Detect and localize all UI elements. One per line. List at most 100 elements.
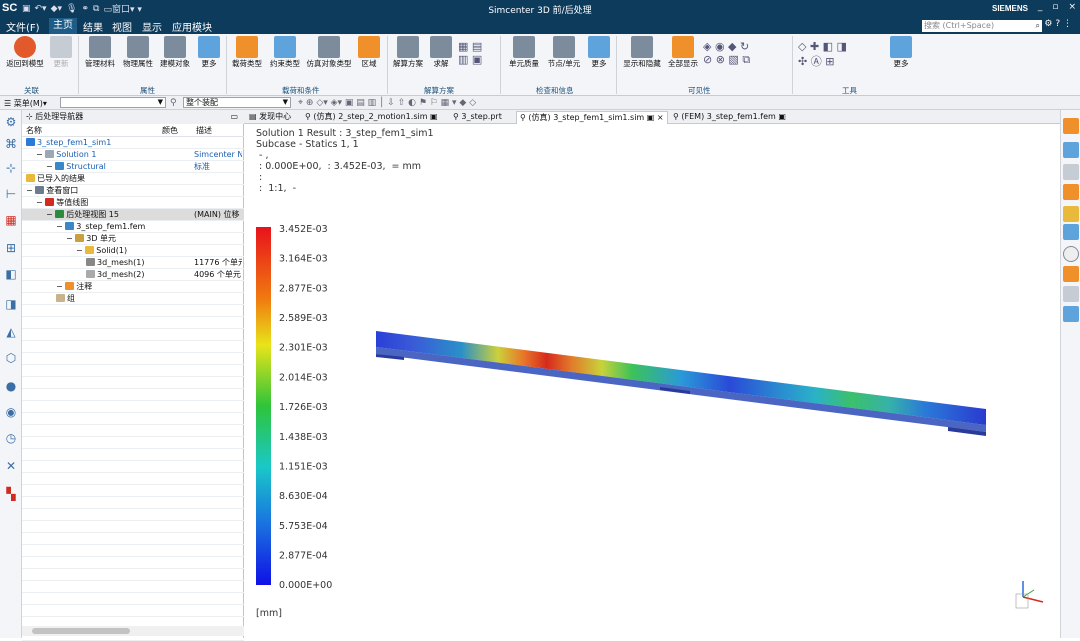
sim-navigator-icon[interactable]: ⌘ xyxy=(3,136,19,152)
palette-icon[interactable]: ▚ xyxy=(3,486,19,502)
layers-icon[interactable]: ◭ xyxy=(3,324,19,340)
tree-row[interactable]: − Solution 1 Simcenter N xyxy=(22,149,244,161)
tree-row[interactable]: − 注释 xyxy=(22,281,244,293)
grid-icon xyxy=(198,36,220,58)
graphics-viewport[interactable]: Solution 1 Result : 3_step_fem1_sim1 Sub… xyxy=(244,124,1060,638)
settings-icon[interactable]: ⚙ xyxy=(3,114,19,130)
tab-fem[interactable]: ⚲ (FEM) 3_step_fem1.fem ▣ xyxy=(670,111,789,124)
update-button[interactable]: 更新 xyxy=(48,36,74,68)
tree-row[interactable]: 3d_mesh(2) 4096 个单元 xyxy=(22,269,244,281)
expand-toggle-icon[interactable]: − xyxy=(26,186,35,195)
part-navigator-icon[interactable]: ⊢ xyxy=(3,186,19,202)
expand-toggle-icon[interactable]: − xyxy=(46,162,55,171)
solution-button[interactable]: 解算方案 xyxy=(390,36,426,68)
visibility-small-icons[interactable]: ◈ ◉ ◆ ↻ ⊘ ⊗ ▧ ⧉ xyxy=(703,40,750,67)
load-icon[interactable] xyxy=(1063,266,1079,282)
tab-step-prt[interactable]: ⚲ 3_step.prt xyxy=(450,111,505,124)
close-tab-icon[interactable]: × xyxy=(657,113,664,122)
region-button[interactable]: 区域 xyxy=(356,36,382,68)
roles-icon[interactable]: ● xyxy=(3,378,19,394)
history-icon[interactable]: ◨ xyxy=(3,296,19,312)
solve-button[interactable]: 求解 xyxy=(428,36,454,68)
close-button[interactable]: × xyxy=(1068,2,1076,12)
more-properties-button[interactable]: 更多 xyxy=(196,36,222,68)
view-icon[interactable] xyxy=(1063,118,1079,134)
physical-properties-button[interactable]: 物理属性 xyxy=(120,36,156,68)
expand-toggle-icon[interactable]: − xyxy=(56,282,65,291)
cube-icon[interactable]: ◧ xyxy=(3,266,19,282)
render-icon[interactable] xyxy=(1063,184,1079,200)
expand-toggle-icon[interactable]: − xyxy=(46,210,55,219)
help-icons[interactable]: ⚙ ? ⋮ xyxy=(1044,19,1072,29)
display-icon[interactable] xyxy=(1063,142,1079,158)
tree-row[interactable]: 组 xyxy=(22,293,244,305)
post-navigator-icon[interactable]: ⊹ xyxy=(3,160,19,176)
column-name[interactable]: 名称 xyxy=(26,125,42,137)
manage-materials-button[interactable]: 管理材料 xyxy=(82,36,118,68)
expand-toggle-icon[interactable]: − xyxy=(36,150,45,159)
minimize-button[interactable]: _ xyxy=(1038,2,1043,12)
show-all-button[interactable]: 全部显示 xyxy=(665,36,701,68)
orient-icon[interactable] xyxy=(1063,224,1079,240)
expand-toggle-icon[interactable]: − xyxy=(76,246,85,255)
tree-row[interactable]: 3d_mesh(1) 11776 个单元 xyxy=(22,257,244,269)
constraint-type-button[interactable]: 约束类型 xyxy=(267,36,303,68)
section-icon[interactable] xyxy=(1063,206,1079,222)
tab-active-sim[interactable]: ⚲ (仿真) 3_step_fem1_sim1.sim ▣ × xyxy=(516,111,668,124)
column-description[interactable]: 描述 xyxy=(196,125,212,137)
tree-row[interactable]: − 等值线图 xyxy=(22,197,244,209)
graph-icon[interactable] xyxy=(1063,306,1079,322)
horizontal-scrollbar[interactable] xyxy=(22,626,244,636)
tools-small-icons[interactable]: ◇ ✚ ◧ ◨ ✣ Ⓐ ⊞ xyxy=(798,40,847,69)
tree-row[interactable]: − Structural 标准 xyxy=(22,161,244,173)
menu-display[interactable]: 显示 xyxy=(142,19,162,34)
restore-button[interactable]: ▫ xyxy=(1052,2,1058,12)
expand-toggle-icon[interactable]: − xyxy=(66,234,75,243)
show-hide-button[interactable]: 显示和隐藏 xyxy=(620,36,664,68)
type-filter-select[interactable]: ▼ xyxy=(60,97,166,108)
menu-view[interactable]: 视图 xyxy=(112,19,132,34)
tree-row[interactable]: − 3D 单元 xyxy=(22,233,244,245)
return-to-model-button[interactable]: 返回到模型 xyxy=(4,36,46,68)
tab-motion-sim[interactable]: ⚲ (仿真) 2_step_2_motion1.sim ▣ xyxy=(302,111,441,124)
tree-row[interactable]: 已导入的结果 xyxy=(22,173,244,185)
tab-discovery-center[interactable]: ▤ 发现中心 xyxy=(246,111,294,124)
expand-toggle-icon[interactable]: − xyxy=(36,198,45,207)
pin-icon[interactable]: ▭ xyxy=(230,110,238,124)
load-type-button[interactable]: 载荷类型 xyxy=(229,36,265,68)
tree-row[interactable]: 3_step_fem1_sim1 xyxy=(22,137,244,149)
tree-row[interactable]: − 3_step_fem1.fem xyxy=(22,221,244,233)
selection-tools-icons[interactable]: ⌖ ⊕ ◇▾ ◈▾ ▣ ▤ ▥ │ ⇩ ⇧ ◐ ⚑ ⚐ ▦ ▾ ◆ ◇ xyxy=(298,98,476,108)
probe-icon[interactable] xyxy=(1063,286,1079,302)
tools-icon[interactable]: ✕ xyxy=(3,458,19,474)
sim-object-type-button[interactable]: 仿真对象类型 xyxy=(304,36,354,68)
layout-icon[interactable] xyxy=(1063,164,1079,180)
menu-file[interactable]: 文件(F) xyxy=(6,19,40,34)
filter-icon[interactable]: ⚲ xyxy=(170,98,177,108)
menu-button[interactable]: ☰ 菜单(M)▾ xyxy=(4,98,47,109)
help-icon[interactable] xyxy=(1063,246,1079,262)
element-quality-button[interactable]: 单元质量 xyxy=(505,36,543,68)
scroll-thumb[interactable] xyxy=(32,628,130,634)
assembly-icon[interactable]: ▦ xyxy=(3,212,19,228)
web-browser-icon[interactable]: ◉ xyxy=(3,404,19,420)
menu-home[interactable]: 主页 xyxy=(49,18,77,34)
node-element-button[interactable]: 节点/单元 xyxy=(545,36,583,68)
modeling-objects-button[interactable]: 建模对象 xyxy=(157,36,193,68)
menu-app-modules[interactable]: 应用模块 xyxy=(172,19,212,34)
tree-row[interactable]: − 后处理视图 15 (MAIN) 位移 xyxy=(22,209,244,221)
expand-toggle-icon[interactable]: − xyxy=(56,222,65,231)
package-icon[interactable]: ⬡ xyxy=(3,350,19,366)
assembly-scope-select[interactable]: 整个装配 ▼ xyxy=(183,97,291,108)
tree-row[interactable]: − Solid(1) xyxy=(22,245,244,257)
column-color[interactable]: 颜色 xyxy=(162,125,178,137)
solver-small-icons[interactable]: ▦ ▤ ▥ ▣ xyxy=(458,40,482,66)
more-check-button[interactable]: 更多 xyxy=(586,36,612,68)
tree-row-name: − 等值线图 xyxy=(36,197,194,209)
clock-icon[interactable]: ◷ xyxy=(3,430,19,446)
more-tools-button[interactable]: 更多 xyxy=(888,36,914,68)
search-input[interactable]: 搜索 (Ctrl+Space) ⌕ xyxy=(922,20,1042,32)
menu-results[interactable]: 结果 xyxy=(83,19,103,34)
tree-row[interactable]: − 查看窗口 xyxy=(22,185,244,197)
reuse-library-icon[interactable]: ⊞ xyxy=(3,240,19,256)
